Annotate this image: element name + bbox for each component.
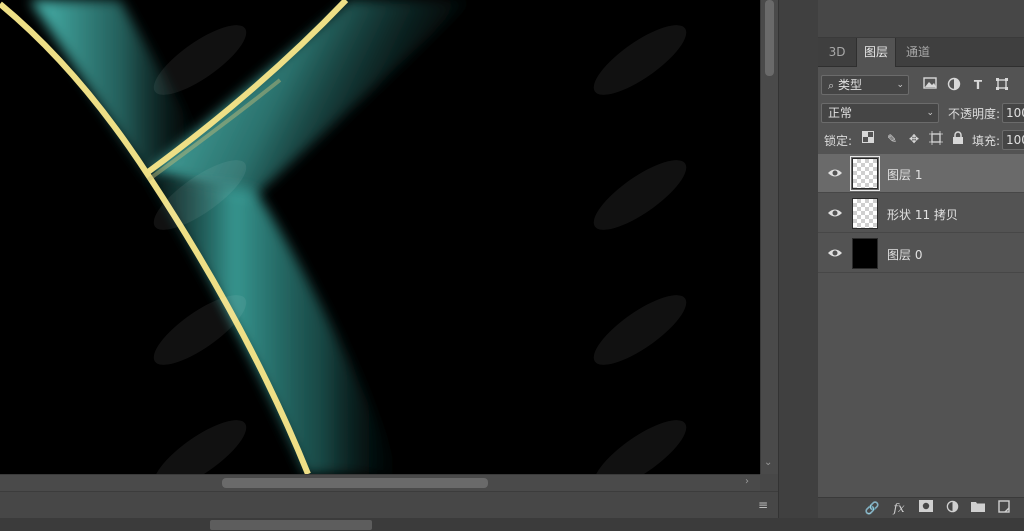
lock-label: 锁定: [824, 134, 853, 148]
layer-row-shape-11-copy[interactable]: 形状 11 拷贝 [818, 194, 1024, 233]
panel-dock-gutter [778, 0, 818, 518]
visibility-eye-icon[interactable] [827, 247, 843, 259]
visibility-eye-icon[interactable] [827, 207, 843, 219]
lock-transparent-pixels-icon[interactable] [860, 131, 876, 147]
layer-name: 形状 11 拷贝 [887, 208, 958, 222]
visibility-eye-icon[interactable] [827, 167, 843, 179]
vertical-scrollbar[interactable]: ⌄ [760, 0, 778, 474]
link-layers-icon[interactable]: 🔗 [864, 500, 880, 516]
timeline-strip [0, 518, 1024, 531]
document-canvas[interactable] [0, 0, 760, 474]
layer-row-layer-0[interactable]: 图层 0 [818, 234, 1024, 273]
chevron-down-icon: ⌄ [926, 108, 934, 118]
horizontal-scrollbar[interactable]: › [0, 474, 760, 491]
shape-filter-icon[interactable] [994, 77, 1010, 93]
filter-kind-label: 类型 [838, 78, 863, 92]
fill-label: 填充: [972, 134, 1001, 148]
new-group-icon[interactable] [970, 500, 986, 516]
adjustment-filter-icon[interactable] [946, 77, 962, 93]
layer-thumbnail [850, 156, 880, 191]
opacity-label: 不透明度: [948, 107, 1001, 121]
horizontal-scroll-thumb[interactable] [222, 478, 488, 488]
layer-name: 图层 1 [887, 168, 923, 182]
filter-kind-select[interactable]: ⌕ 类型 ⌄ [821, 75, 909, 95]
layer-thumbnail [852, 238, 878, 269]
timeline-scroll-thumb[interactable] [210, 520, 372, 530]
teal-ribbon-upper-right [150, 0, 470, 200]
layers-panel: 3D 图层 通道 ⌕类型 ⌄ T 正常 ⌄ 不透明度: 100 锁定: ✎ ✥ … [818, 0, 1024, 518]
canvas-area: ⌄ › ≡ [0, 0, 778, 531]
opacity-input[interactable]: 100 [1002, 103, 1024, 123]
add-mask-icon[interactable] [918, 500, 934, 516]
prevent-autonest-icon[interactable] [928, 131, 944, 147]
search-icon: ⌕ [828, 79, 835, 92]
tab-channels[interactable]: 通道 [898, 38, 938, 67]
vertical-scroll-thumb[interactable] [765, 0, 774, 76]
image-filter-icon[interactable] [922, 77, 938, 93]
status-bar [0, 491, 778, 518]
blend-mode-value: 正常 [828, 106, 853, 120]
panel-menu-icon[interactable]: ≡ [758, 498, 768, 512]
layer-name: 图层 0 [887, 248, 923, 262]
lock-all-icon[interactable] [950, 131, 966, 147]
scroll-down-arrow-icon[interactable]: ⌄ [764, 457, 772, 468]
new-layer-icon[interactable] [996, 500, 1012, 516]
fill-input[interactable]: 100 [1002, 130, 1024, 150]
adjustment-layer-icon[interactable] [944, 500, 960, 516]
type-filter-icon[interactable]: T [970, 77, 986, 93]
layer-row-layer-1[interactable]: 图层 1 [818, 154, 1024, 193]
lock-position-icon[interactable]: ✥ [906, 131, 922, 147]
chevron-down-icon: ⌄ [896, 80, 904, 90]
scroll-right-arrow-icon[interactable]: › [745, 476, 749, 487]
tab-layers[interactable]: 图层 [856, 38, 896, 67]
panel-tabs: 3D 图层 通道 [818, 38, 1024, 67]
lock-image-pixels-icon[interactable]: ✎ [884, 131, 900, 147]
fx-icon[interactable]: fx [891, 500, 907, 516]
tab-3d[interactable]: 3D [820, 38, 854, 67]
blend-mode-select[interactable]: 正常 ⌄ [821, 103, 939, 123]
panel-header-strip [818, 0, 1024, 38]
artwork [0, 0, 687, 474]
layers-panel-footer: 🔗 fx [818, 497, 1024, 518]
layer-thumbnail [852, 198, 878, 229]
